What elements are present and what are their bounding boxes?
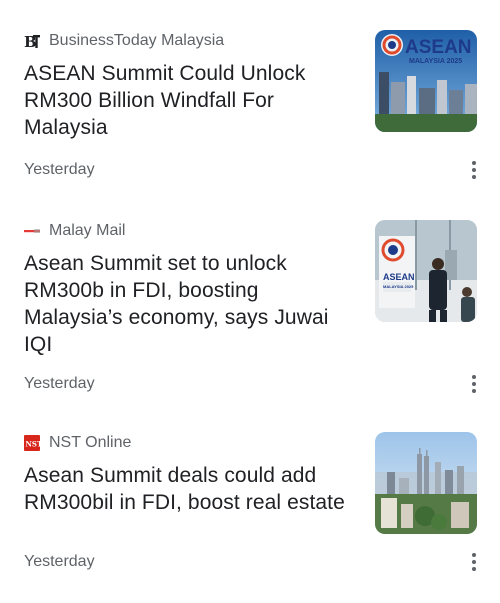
article-card[interactable]: NST NST Online Asean Summit deals could …: [0, 420, 500, 603]
source-row: B BusinessToday Malaysia: [24, 30, 224, 52]
malay-mail-logo-icon: [24, 223, 40, 239]
thumbnail-asean-text: ASEAN: [383, 272, 415, 282]
article-card[interactable]: B BusinessToday Malaysia ASEAN Summit Co…: [0, 18, 500, 208]
article-headline[interactable]: Asean Summit set to unlock RM300b in FDI…: [24, 250, 349, 358]
thumbnail-year-text: MALAYSIA 2025: [383, 284, 414, 289]
nst-logo-icon: NST: [24, 435, 40, 451]
source-name: NST Online: [49, 434, 132, 451]
article-time: Yesterday: [24, 375, 95, 392]
source-row: Malay Mail: [24, 220, 125, 242]
thumbnail-year-text: MALAYSIA 2025: [409, 58, 462, 65]
article-headline[interactable]: ASEAN Summit Could Unlock RM300 Billion …: [24, 60, 349, 141]
source-name: Malay Mail: [49, 222, 126, 239]
article-headline[interactable]: Asean Summit deals could add RM300bil in…: [24, 462, 349, 516]
thumbnail-asean-text: ASEAN: [405, 37, 472, 58]
article-thumbnail[interactable]: ASEAN MALAYSIA 2025: [375, 30, 477, 132]
article-thumbnail[interactable]: ASEAN MALAYSIA 2025: [375, 220, 477, 322]
news-feed: B BusinessToday Malaysia ASEAN Summit Co…: [0, 0, 500, 603]
article-time: Yesterday: [24, 553, 95, 570]
article-thumbnail[interactable]: [375, 432, 477, 534]
source-row: NST NST Online: [24, 432, 131, 454]
source-name: BusinessToday Malaysia: [49, 32, 225, 49]
businesstoday-logo-icon: B: [24, 33, 40, 49]
more-options-icon[interactable]: [462, 372, 486, 396]
article-time: Yesterday: [24, 161, 95, 178]
more-options-icon[interactable]: [462, 550, 486, 574]
article-card[interactable]: Malay Mail Asean Summit set to unlock RM…: [0, 208, 500, 420]
more-options-icon[interactable]: [462, 158, 486, 182]
svg-text:NST: NST: [26, 440, 41, 449]
